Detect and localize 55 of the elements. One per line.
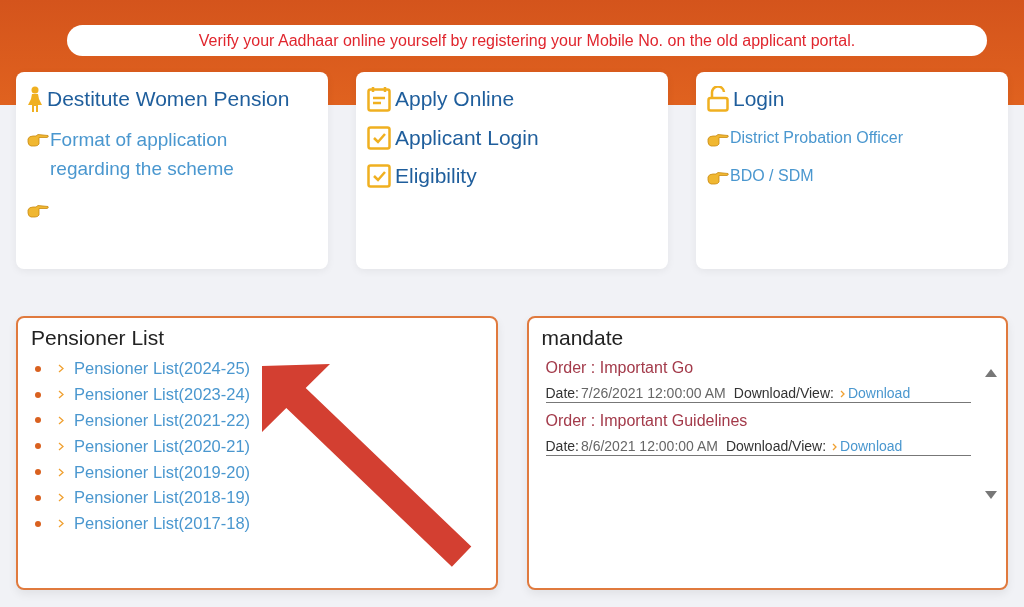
bullet-icon xyxy=(35,520,41,527)
bullet-icon xyxy=(35,443,41,450)
bullet-icon xyxy=(35,417,41,424)
download-label: Download/View: xyxy=(733,385,834,401)
scroll-up-icon[interactable] xyxy=(984,368,998,378)
pensioner-list-link[interactable]: Pensioner List(2017-18) xyxy=(74,514,251,534)
card-title[interactable]: Destitute Women Pension xyxy=(47,87,290,111)
bullet-icon xyxy=(35,365,41,372)
card-title[interactable]: Login xyxy=(733,87,785,111)
card-title[interactable]: Apply Online xyxy=(395,87,515,111)
notice-banner: Verify your Aadhaar online yourself by registering your Mobile No. on the old applicant portal. xyxy=(67,25,987,56)
woman-icon xyxy=(27,86,43,112)
download-link[interactable]: Download xyxy=(840,438,903,454)
calendar-icon xyxy=(367,86,391,112)
pensioner-list-link[interactable]: Pensioner List(2019-20) xyxy=(74,462,251,482)
panel-title: Pensioner List xyxy=(31,326,166,350)
chevron-icon xyxy=(58,390,64,400)
chevron-icon xyxy=(832,443,838,451)
pointing-hand-icon xyxy=(707,171,729,185)
pointing-hand-icon xyxy=(707,133,729,147)
chevron-icon xyxy=(58,493,64,503)
download-link[interactable]: Download xyxy=(847,385,911,401)
date-label: Date: xyxy=(545,438,579,454)
pointing-hand-icon xyxy=(27,133,49,147)
pensioner-list-link[interactable]: Pensioner List(2023-24) xyxy=(74,385,251,405)
order-title: Order : Important Guidelines xyxy=(545,412,749,430)
unlocked-padlock-icon xyxy=(707,86,729,112)
bullet-icon xyxy=(35,391,41,398)
pensioner-list-link[interactable]: Pensioner List(2021-22) xyxy=(74,411,251,430)
pensioner-list-link[interactable]: Pensioner List(2020-21) xyxy=(74,436,251,456)
card-title[interactable]: Applicant Login xyxy=(395,126,539,150)
panel-title: mandate xyxy=(541,326,625,350)
chevron-icon xyxy=(58,519,64,529)
download-label: Download/View: xyxy=(725,438,827,454)
chevron-icon xyxy=(58,364,64,374)
bullet-icon xyxy=(35,469,41,476)
chevron-icon xyxy=(58,441,64,451)
checkbox-icon xyxy=(367,164,391,188)
order-date: 8/6/2021 12:00:00 AM xyxy=(580,438,718,454)
card-link[interactable]: BDO / SDM xyxy=(730,164,814,188)
chevron-icon xyxy=(58,416,64,425)
order-title: Order : Important Go xyxy=(545,359,695,377)
card-link[interactable]: Format of application regarding the scheme xyxy=(50,126,250,183)
card-title[interactable]: Eligibility xyxy=(395,164,477,188)
pensioner-list-link[interactable]: Pensioner List(2018-19) xyxy=(74,488,251,508)
card-link[interactable]: District Probation Officer xyxy=(730,126,904,150)
pointing-hand-icon xyxy=(27,204,49,218)
order-date: 7/26/2021 12:00:00 AM xyxy=(580,385,726,401)
checkbox-icon xyxy=(367,126,391,150)
chevron-icon xyxy=(58,467,64,477)
bullet-icon xyxy=(35,494,41,501)
chevron-icon xyxy=(839,390,845,398)
pensioner-list-link[interactable]: Pensioner List(2024-25) xyxy=(74,359,251,379)
date-label: Date: xyxy=(545,385,579,401)
scroll-down-icon[interactable] xyxy=(984,490,998,500)
